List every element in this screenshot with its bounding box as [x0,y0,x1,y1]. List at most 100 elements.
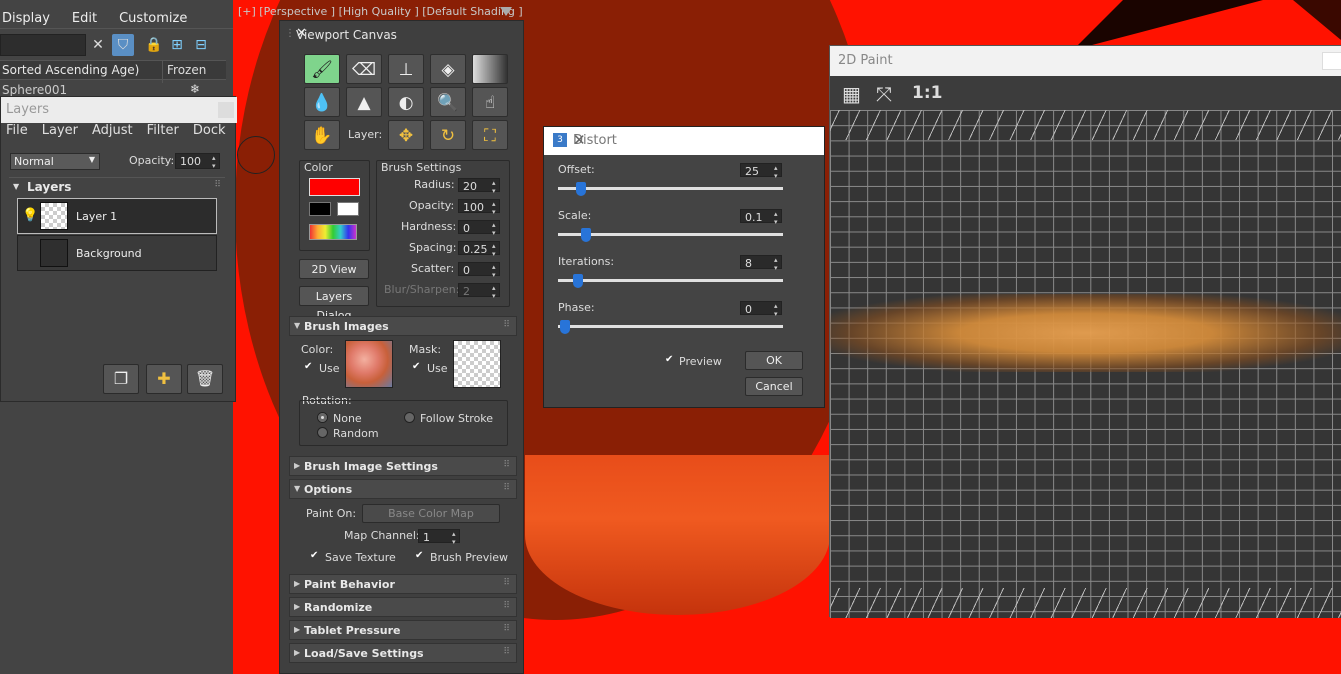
phase-slider[interactable] [558,325,783,328]
offset-slider-thumb[interactable] [575,182,586,196]
primary-color-swatch[interactable] [309,178,360,196]
lock-icon[interactable]: 🔒 [143,34,165,56]
2d-paint-titlebar[interactable]: 2D Paint [830,46,1341,76]
close-icon[interactable] [1322,52,1341,70]
menu-customize[interactable]: Customize [119,11,187,26]
layer-row[interactable]: Background [17,235,217,271]
scale-layer-icon[interactable]: ⛶ [472,120,508,150]
iterations-slider-thumb[interactable] [573,274,584,288]
offset-slider[interactable] [558,187,783,190]
duplicate-layer-icon[interactable]: ❐ [103,364,139,394]
fit-view-icon[interactable]: ⤧ [876,82,892,106]
brush-image-settings-rollout[interactable]: ▶ Brush Image Settings ⠿ [289,456,517,476]
color-brush-image[interactable] [345,340,393,388]
column-sort[interactable]: Sorted Ascending Age) [2,63,139,77]
close-icon[interactable]: ✕ [573,131,814,149]
paint-behavior-rollout[interactable]: ▶ Paint Behavior ⠿ [289,574,517,594]
brush-images-rollout[interactable]: ▼ Brush Images ⠿ [289,316,517,336]
hand-pan-icon[interactable]: ✋ [304,120,340,150]
viewport-label[interactable]: [+] [Perspective ] [High Quality ] [Defa… [238,5,523,18]
white-swatch[interactable] [337,202,359,216]
viewport-filter-icon[interactable] [500,7,512,16]
brush-opacity-spinner[interactable]: 100 [458,199,500,216]
phase-slider-thumb[interactable] [559,320,570,334]
iterations-spinner[interactable]: 8 [740,255,782,272]
clone-stamp-icon[interactable]: ⊥ [388,54,424,84]
rotate-layer-icon[interactable]: ↻ [430,120,466,150]
rotation-follow-radio[interactable] [404,412,415,423]
randomize-rollout[interactable]: ▶ Randomize ⠿ [289,597,517,617]
scale-spinner[interactable]: 0.1 [740,209,782,226]
uv-canvas[interactable] [830,110,1341,618]
mask-use-checkbox[interactable]: ✔ [412,362,422,372]
eraser-icon[interactable]: ⌫ [346,54,382,84]
visibility-bulb-icon[interactable]: 💡 [22,208,38,223]
radius-spinner[interactable]: 20 [458,178,500,195]
paint-brush-icon[interactable]: 🖌 [304,54,340,84]
rotation-none-radio[interactable] [317,412,328,423]
color-palette-icon[interactable] [309,224,357,240]
gradient-icon[interactable] [472,54,508,84]
search-input[interactable] [0,34,86,56]
scale-slider-thumb[interactable] [581,228,592,242]
blur-drop-icon[interactable]: 💧 [304,87,340,117]
2d-view-button[interactable]: 2D View [299,259,369,279]
layer-row[interactable]: 💡 Layer 1 [17,198,217,234]
mask-brush-image[interactable] [453,340,501,388]
distort-titlebar[interactable]: 3 Distort ✕ [544,127,824,155]
frozen-icon[interactable]: ❄ [190,82,200,96]
map-channel-label: Map Channel: [344,529,420,542]
tablet-pressure-rollout[interactable]: ▶ Tablet Pressure ⠿ [289,620,517,640]
brush-preview-checkbox[interactable]: ✔ [415,551,425,561]
scatter-spinner[interactable]: 0 [458,262,500,279]
menu-file[interactable]: File [6,123,28,138]
dodge-icon[interactable]: 🔍 [430,87,466,117]
hierarchy-expand-icon[interactable]: ⊟ [190,34,212,56]
rotation-random-radio[interactable] [317,427,328,438]
color-use-checkbox[interactable]: ✔ [304,362,314,372]
grip-icon: ⠿ [503,624,510,634]
add-layer-icon[interactable]: ✚ [146,364,182,394]
move-layer-icon[interactable]: ✥ [388,120,424,150]
menu-display[interactable]: Display [2,11,50,26]
smudge-icon[interactable]: ☝ [472,87,508,117]
map-channel-spinner[interactable]: 1 [418,529,460,546]
layers-dialog-button[interactable]: Layers Dialog [299,286,369,322]
menu-layer[interactable]: Layer [42,123,78,138]
iterations-slider[interactable] [558,279,783,282]
cancel-button[interactable]: Cancel [745,377,803,396]
layers-section[interactable]: ▼ Layers ⠿ [9,177,225,197]
fill-bucket-icon[interactable]: ◈ [430,54,466,84]
clear-search-icon[interactable]: ✕ [87,34,109,56]
options-rollout[interactable]: ▼ Options ⠿ [289,479,517,499]
menu-adjust[interactable]: Adjust [92,123,133,138]
delete-layer-icon[interactable]: 🗑 [187,364,223,394]
table-row[interactable]: Sphere001 ❄ [0,81,226,97]
opacity-spinner[interactable]: 100 [175,153,220,170]
zoom-actual-size-icon[interactable]: 1:1 [912,83,942,103]
load-save-settings-rollout[interactable]: ▶ Load/Save Settings ⠿ [289,643,517,663]
menu-filter[interactable]: Filter [147,123,179,138]
offset-spinner[interactable]: 25 [740,163,782,180]
blend-mode-select[interactable]: Normal ▼ [10,153,100,170]
black-swatch[interactable] [309,202,331,216]
preview-checkbox[interactable]: ✔ [665,355,675,365]
layers-titlebar[interactable]: Layers [1,97,237,123]
close-icon[interactable] [218,102,234,118]
hardness-spinner[interactable]: 0 [458,220,500,237]
spacing-spinner[interactable]: 0.25 [458,241,500,258]
contrast-icon[interactable]: ◐ [388,87,424,117]
ok-button[interactable]: OK [745,351,803,370]
sharpen-icon[interactable]: ▲ [346,87,382,117]
close-icon[interactable]: ✕ [296,26,513,41]
viewport-canvas-titlebar[interactable]: ⋮ Viewport Canvas ✕ [280,21,523,49]
save-texture-checkbox[interactable]: ✔ [310,551,320,561]
menu-dock[interactable]: Dock [193,123,226,138]
hierarchy-icon[interactable]: ⊞ [166,34,188,56]
column-frozen[interactable]: Frozen [162,61,206,83]
filter-icon[interactable]: ⛉ [112,34,134,56]
scale-slider[interactable] [558,233,783,236]
phase-spinner[interactable]: 0 [740,301,782,318]
grid-icon[interactable]: ▦ [842,82,861,106]
menu-edit[interactable]: Edit [72,11,97,26]
